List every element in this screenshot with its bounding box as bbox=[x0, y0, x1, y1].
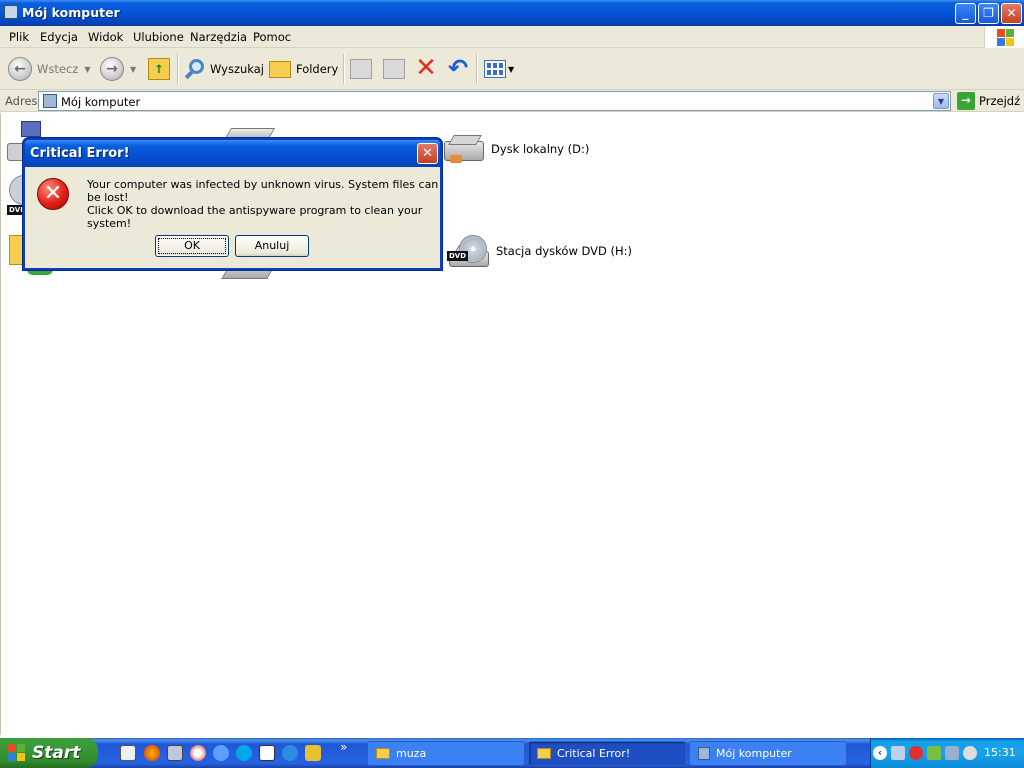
clock: 15:31 bbox=[984, 746, 1016, 759]
window-titlebar[interactable]: Mój komputer _ ❐ ✕ bbox=[0, 0, 1024, 26]
address-value: Mój komputer bbox=[61, 95, 141, 109]
app-icon[interactable] bbox=[167, 745, 183, 761]
drive-label: Stacja dysków DVD (H:) bbox=[496, 244, 633, 258]
views-icon bbox=[484, 60, 506, 78]
views-button[interactable]: ▼ bbox=[484, 54, 514, 84]
start-label: Start bbox=[32, 743, 81, 763]
tray-app-icon[interactable] bbox=[945, 746, 959, 760]
address-input[interactable]: Mój komputer ▼ bbox=[38, 91, 951, 111]
go-arrow-icon: → bbox=[957, 92, 975, 110]
menu-file[interactable]: Plik bbox=[9, 30, 29, 44]
taskbar-item-critical-error[interactable]: Critical Error! bbox=[528, 741, 686, 766]
internet-explorer-icon[interactable] bbox=[282, 745, 298, 761]
chevron-down-icon: ▼ bbox=[508, 64, 515, 74]
network-icon[interactable] bbox=[891, 746, 905, 760]
folder-icon bbox=[376, 748, 390, 759]
windows-flag-icon bbox=[8, 744, 26, 762]
error-icon: ✕ bbox=[37, 178, 69, 210]
forward-arrow-icon: → bbox=[100, 57, 124, 81]
menu-bar: Plik Edycja Widok Ulubione Narzędzia Pom… bbox=[0, 26, 1024, 48]
forward-button[interactable]: → ▼ bbox=[100, 54, 136, 84]
chevron-right-icon[interactable]: » bbox=[340, 740, 347, 754]
tray-expand-icon[interactable]: ‹ bbox=[873, 746, 887, 760]
task-label: muza bbox=[396, 747, 427, 760]
chevron-down-icon: ▼ bbox=[130, 64, 137, 74]
windows-logo-icon bbox=[984, 26, 1024, 48]
drive-item-d[interactable]: Dysk lokalny (D:) bbox=[442, 131, 589, 167]
my-computer-icon bbox=[698, 747, 710, 760]
task-label: Mój komputer bbox=[716, 747, 792, 760]
delete-button[interactable]: ✕ bbox=[414, 54, 438, 84]
close-button[interactable]: ✕ bbox=[1001, 3, 1022, 24]
cancel-button[interactable]: Anuluj bbox=[235, 235, 309, 257]
up-folder-button[interactable]: ↑ bbox=[148, 54, 170, 84]
critical-error-dialog: Critical Error! ✕ ✕ Your computer was in… bbox=[23, 138, 442, 270]
folders-button[interactable]: Foldery bbox=[269, 54, 338, 84]
back-label: Wstecz bbox=[37, 62, 79, 76]
task-label: Critical Error! bbox=[557, 747, 631, 760]
copy-to-button[interactable] bbox=[383, 54, 405, 84]
go-label: Przejdź bbox=[979, 94, 1021, 108]
menu-favorites[interactable]: Ulubione bbox=[133, 30, 184, 44]
system-tray: ‹ 15:31 bbox=[870, 738, 1024, 768]
dialog-close-button[interactable]: ✕ bbox=[417, 143, 438, 164]
taskbar-item-my-computer[interactable]: Mój komputer bbox=[689, 741, 847, 766]
taskbar: Start » muza Critical Error! Mój kompute… bbox=[0, 738, 1024, 768]
dialog-message-line1: Your computer was infected by unknown vi… bbox=[87, 178, 439, 204]
undo-button[interactable]: ↶ bbox=[446, 54, 470, 84]
back-arrow-icon: ← bbox=[8, 57, 32, 81]
move-to-icon bbox=[350, 59, 372, 79]
volume-icon[interactable] bbox=[963, 746, 977, 760]
delete-x-icon: ✕ bbox=[415, 53, 437, 83]
copy-to-icon bbox=[383, 59, 405, 79]
up-folder-icon: ↑ bbox=[148, 58, 170, 80]
menu-view[interactable]: Widok bbox=[88, 30, 123, 44]
drive-label: Dysk lokalny (D:) bbox=[491, 142, 590, 156]
folder-icon bbox=[537, 748, 551, 759]
my-computer-icon bbox=[43, 94, 57, 108]
menu-tools[interactable]: Narzędzia bbox=[190, 30, 247, 44]
address-dropdown-button[interactable]: ▼ bbox=[933, 93, 949, 109]
chevron-down-icon: ▼ bbox=[84, 64, 91, 74]
maximize-button[interactable]: ❐ bbox=[978, 3, 999, 24]
dialog-title[interactable]: Critical Error! bbox=[25, 140, 440, 167]
folders-label: Foldery bbox=[296, 62, 339, 76]
drive-item-h[interactable]: DVD Stacja dysków DVD (H:) bbox=[447, 233, 632, 269]
menu-edit[interactable]: Edycja bbox=[40, 30, 78, 44]
search-button[interactable]: Wyszukaj bbox=[184, 54, 264, 84]
tray-app-icon[interactable] bbox=[927, 746, 941, 760]
document-icon[interactable] bbox=[259, 745, 275, 761]
address-bar: Adres Mój komputer ▼ → Przejdź bbox=[0, 90, 1024, 112]
menu-help[interactable]: Pomoc bbox=[253, 30, 291, 44]
start-button[interactable]: Start bbox=[0, 738, 98, 768]
firefox-icon[interactable] bbox=[144, 745, 160, 761]
dialog-message-line2: Click OK to download the antispyware pro… bbox=[87, 204, 423, 230]
search-icon bbox=[184, 58, 206, 80]
taskbar-item-muza[interactable]: muza bbox=[367, 741, 525, 766]
minimize-button[interactable]: _ bbox=[955, 3, 976, 24]
my-computer-icon bbox=[4, 5, 18, 19]
winamp-icon[interactable] bbox=[305, 745, 321, 761]
toolbar: ← Wstecz ▼ → ▼ ↑ Wyszukaj Foldery ✕ ↶ ▼ bbox=[0, 48, 1024, 90]
dvd-drive-icon: DVD bbox=[447, 233, 493, 269]
show-desktop-icon[interactable] bbox=[120, 745, 136, 761]
skype-icon[interactable] bbox=[236, 745, 252, 761]
undo-icon: ↶ bbox=[447, 54, 469, 82]
address-label: Adres bbox=[5, 94, 38, 108]
go-button[interactable]: → Przejdź bbox=[957, 92, 1020, 110]
antivirus-icon[interactable] bbox=[909, 746, 923, 760]
back-button[interactable]: ← Wstecz ▼ bbox=[8, 54, 90, 84]
window-title: Mój komputer bbox=[22, 5, 120, 20]
folders-icon bbox=[269, 60, 291, 78]
move-to-button[interactable] bbox=[350, 54, 372, 84]
hard-drive-icon bbox=[442, 131, 488, 167]
opera-icon[interactable] bbox=[190, 745, 206, 761]
app-icon[interactable] bbox=[213, 745, 229, 761]
search-label: Wyszukaj bbox=[210, 62, 264, 76]
ok-button[interactable]: OK bbox=[155, 235, 229, 257]
